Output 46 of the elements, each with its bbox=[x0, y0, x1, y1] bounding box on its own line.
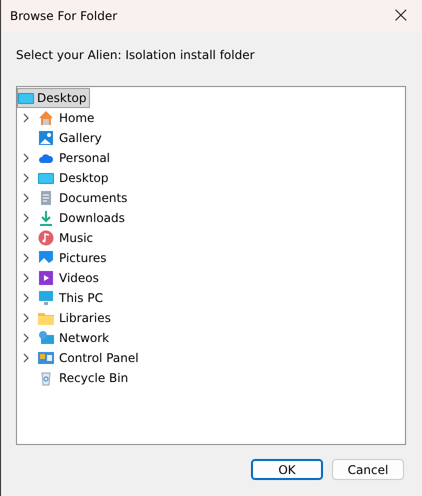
instruction-text: Select your Alien: Isolation install folder bbox=[16, 48, 256, 62]
expand-chevron-icon[interactable] bbox=[22, 193, 30, 203]
image-icon bbox=[38, 250, 54, 266]
download-icon bbox=[38, 210, 54, 226]
expand-chevron-icon[interactable] bbox=[22, 213, 30, 223]
tree-item[interactable]: Music bbox=[57, 230, 96, 246]
expand-chevron-icon[interactable] bbox=[22, 253, 30, 263]
tree-item[interactable]: Documents bbox=[57, 190, 130, 206]
monitor-icon bbox=[18, 90, 34, 106]
cancel-button[interactable]: Cancel bbox=[332, 459, 404, 480]
folder-tree[interactable]: Desktop Home Gallery Personal Desktop Documents Downloads Music Pictures Videos This PC Libraries Network Control Panel Recycle Bin bbox=[16, 86, 406, 445]
tree-item[interactable]: Desktop bbox=[57, 170, 110, 186]
image-icon bbox=[38, 130, 54, 146]
tree-item[interactable]: Home bbox=[57, 110, 96, 126]
tree-item[interactable]: Network bbox=[57, 330, 112, 346]
monitor-icon bbox=[38, 170, 54, 186]
tree-item[interactable]: Desktop bbox=[17, 88, 90, 108]
tree-item[interactable]: Downloads bbox=[57, 210, 127, 226]
tree-item[interactable]: Personal bbox=[57, 150, 112, 166]
close-button[interactable]: × bbox=[390, 6, 412, 26]
expand-chevron-icon[interactable] bbox=[22, 153, 30, 163]
tree-item[interactable]: Libraries bbox=[57, 310, 113, 326]
network-icon bbox=[38, 330, 54, 346]
ok-button[interactable]: OK bbox=[251, 459, 323, 480]
tree-item[interactable]: Recycle Bin bbox=[57, 370, 130, 386]
control-panel-icon bbox=[38, 350, 54, 366]
expand-chevron-icon[interactable] bbox=[22, 113, 30, 123]
folder-icon bbox=[38, 310, 54, 326]
expand-chevron-icon[interactable] bbox=[22, 273, 30, 283]
expand-chevron-icon[interactable] bbox=[22, 173, 30, 183]
expand-chevron-icon[interactable] bbox=[22, 353, 30, 363]
music-icon bbox=[38, 230, 54, 246]
tree-item[interactable]: Pictures bbox=[57, 250, 109, 266]
document-icon bbox=[38, 190, 54, 206]
expand-chevron-icon[interactable] bbox=[22, 313, 30, 323]
expand-chevron-icon[interactable] bbox=[22, 233, 30, 243]
tree-item[interactable]: Videos bbox=[57, 270, 101, 286]
monitor-icon bbox=[38, 290, 54, 306]
expand-chevron-icon[interactable] bbox=[22, 293, 30, 303]
window-title: Browse For Folder bbox=[10, 9, 118, 23]
tree-item[interactable]: This PC bbox=[57, 290, 105, 306]
tree-item[interactable]: Control Panel bbox=[57, 350, 141, 366]
expand-chevron-icon[interactable] bbox=[22, 333, 30, 343]
tree-item[interactable]: Gallery bbox=[57, 130, 104, 146]
video-icon bbox=[38, 270, 54, 286]
home-icon bbox=[38, 110, 54, 126]
